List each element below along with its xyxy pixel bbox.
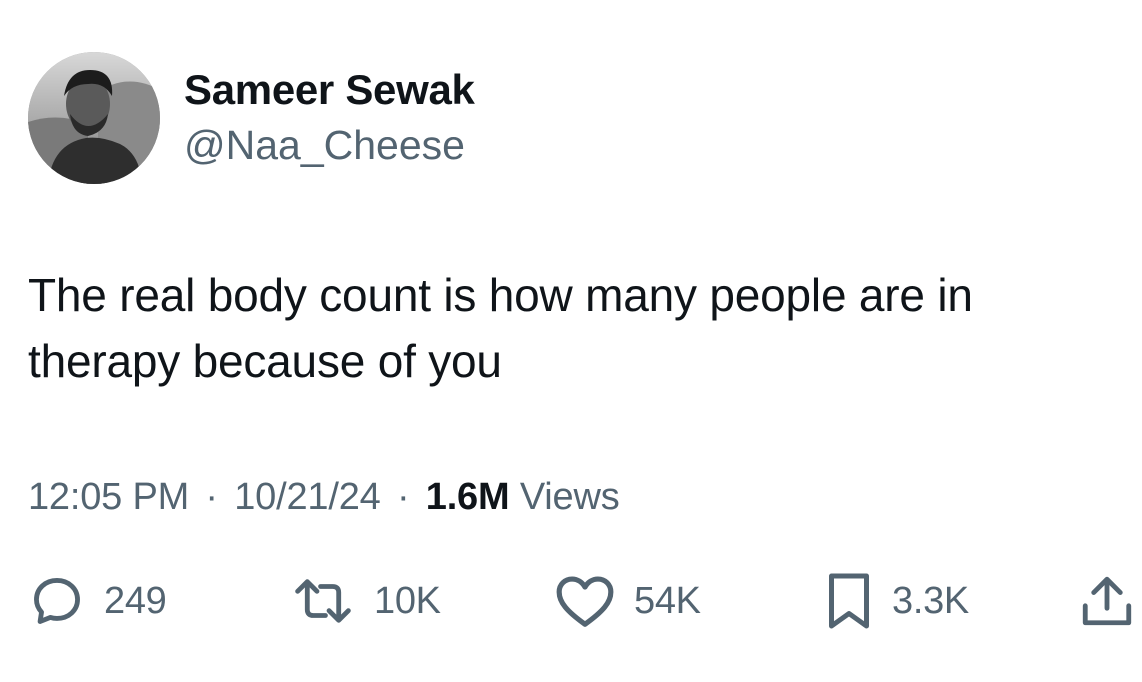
like-count: 54K	[634, 579, 701, 622]
tweet-time[interactable]: 12:05 PM	[28, 476, 189, 518]
bookmark-button[interactable]: 3.3K	[824, 566, 969, 636]
views-count[interactable]: 1.6M	[426, 476, 510, 518]
share-icon	[1082, 576, 1132, 626]
author-display-name[interactable]: Sameer Sewak	[184, 66, 475, 114]
meta-separator: ·	[396, 476, 410, 518]
tweet-meta: 12:05 PM · 10/21/24 · 1.6M Views	[28, 476, 620, 519]
avatar[interactable]	[28, 52, 160, 184]
bookmark-icon	[829, 573, 869, 629]
retweet-button[interactable]: 10K	[290, 566, 441, 636]
tweet-text: The real body count is how many people a…	[28, 269, 973, 387]
author-handle[interactable]: @Naa_Cheese	[184, 122, 465, 169]
action-bar: 249 10K 54K 3.3K	[0, 566, 1142, 636]
reply-button[interactable]: 249	[28, 566, 167, 636]
share-button[interactable]	[1078, 566, 1136, 636]
retweet-count: 10K	[374, 579, 441, 622]
tweet-date[interactable]: 10/21/24	[234, 476, 381, 518]
views-label: Views	[519, 476, 620, 518]
like-button[interactable]: 54K	[554, 566, 701, 636]
heart-icon	[556, 576, 614, 627]
meta-separator: ·	[205, 476, 218, 518]
avatar-photo	[28, 52, 160, 184]
reply-icon	[34, 578, 80, 624]
retweet-icon	[295, 579, 351, 623]
reply-count: 249	[104, 579, 167, 622]
bookmark-count: 3.3K	[892, 579, 969, 622]
